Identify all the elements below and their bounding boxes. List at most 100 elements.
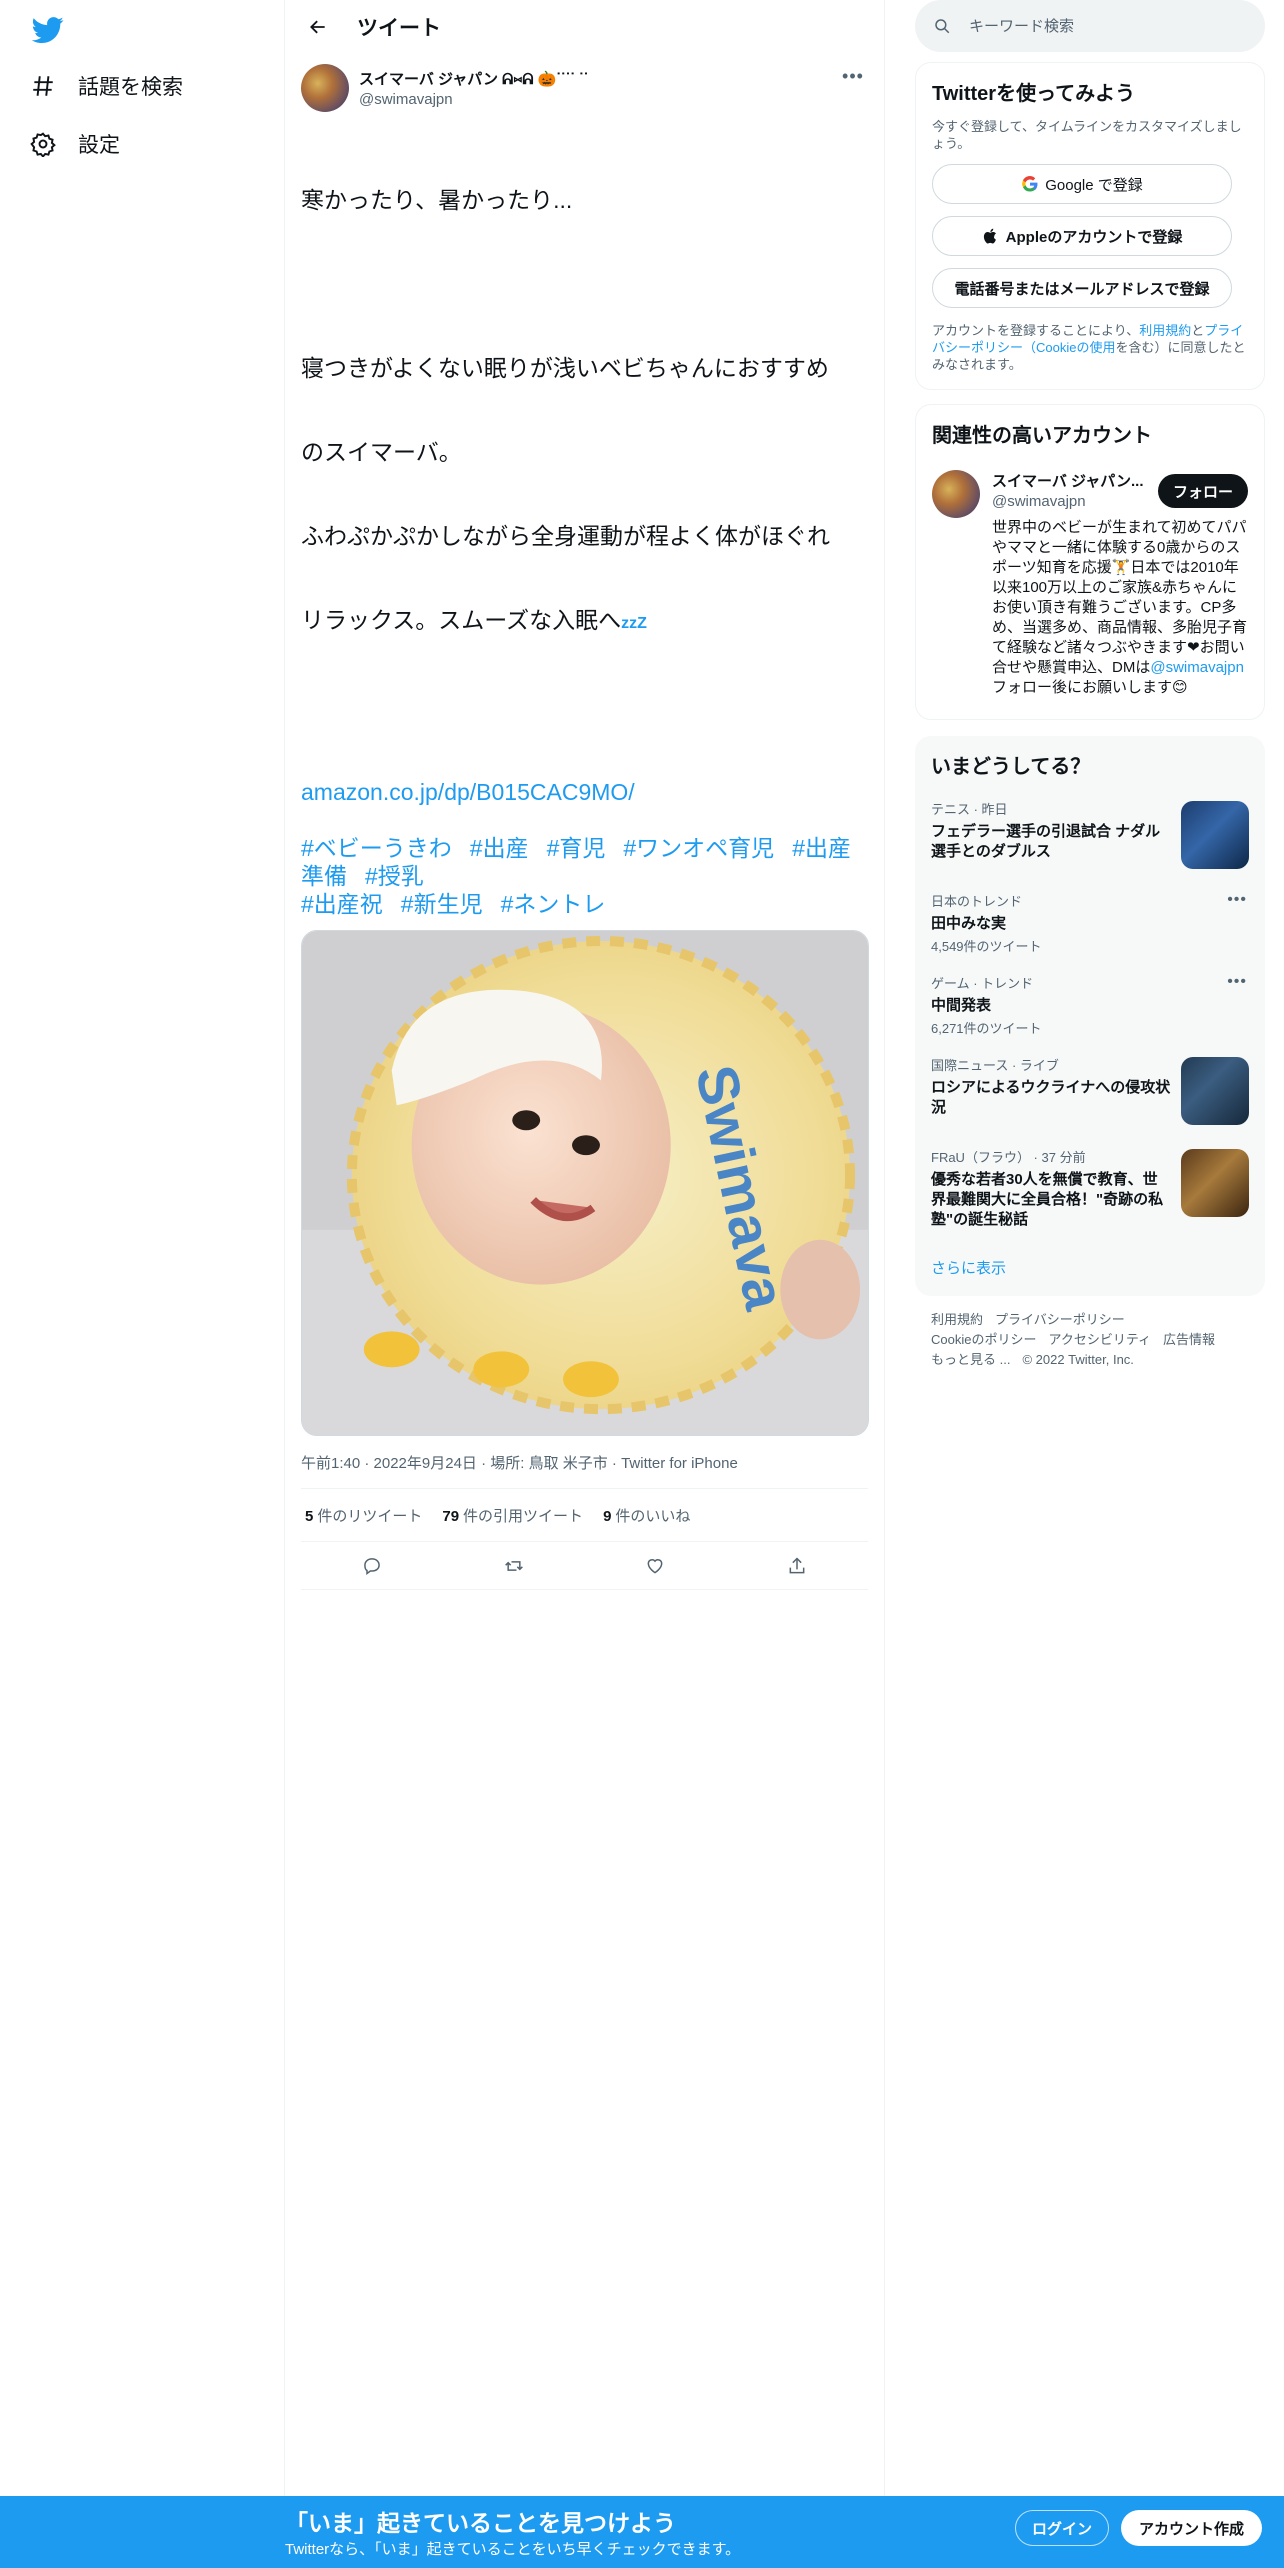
- bottom-signup-bar: 「いま」起きていることを見つけよう Twitterなら、「いま」起きていることを…: [0, 2496, 1284, 2568]
- hashtag-link[interactable]: #ネントレ: [501, 891, 606, 917]
- trend-item[interactable]: 日本のトレンド 田中みな実 4,549件のツイート •••: [915, 879, 1265, 961]
- page-header: ツイート: [285, 0, 884, 54]
- hashtag-link[interactable]: #育児: [547, 835, 606, 861]
- nav-explore[interactable]: 話題を検索: [30, 64, 183, 108]
- footer-link[interactable]: プライバシーポリシー: [995, 1312, 1125, 1327]
- tweet-timestamp: 午前1:40 · 2022年9月24日 · 場所: 鳥取 米子市 · Twitt…: [301, 1455, 738, 1472]
- retweet-icon: [504, 1560, 523, 1571]
- google-signup-button[interactable]: Google で登録: [932, 164, 1232, 204]
- footer-link[interactable]: アクセシビリティ: [1048, 1332, 1151, 1347]
- hashtag-link[interactable]: #新生児: [401, 891, 483, 917]
- like-button[interactable]: [638, 1549, 672, 1583]
- nav-explore-label: 話題を検索: [78, 76, 183, 99]
- footer-link[interactable]: Cookieのポリシー: [931, 1332, 1036, 1347]
- share-icon: [789, 1556, 805, 1573]
- footer-link[interactable]: もっと見る ...: [931, 1352, 1010, 1367]
- heart-icon: [647, 1558, 663, 1574]
- apple-signup-button[interactable]: Appleのアカウントで登録: [932, 216, 1232, 256]
- search-input[interactable]: [969, 17, 1229, 35]
- quotes-stat[interactable]: 79 件の引用ツイート: [442, 1505, 583, 1526]
- quotes-count: 79: [442, 1507, 460, 1525]
- more-options-icon[interactable]: •••: [1227, 891, 1247, 909]
- trend-item[interactable]: テニス · 昨日 フェデラー選手の引退試合 ナダル選手とのダブルス: [915, 787, 1265, 879]
- quotes-label: 件の引用ツイート: [463, 1507, 584, 1525]
- left-sidebar: 話題を検索 設定: [0, 0, 285, 2496]
- likes-count: 9: [603, 1507, 612, 1525]
- more-options-icon[interactable]: •••: [840, 66, 866, 86]
- trend-title: 中間発表: [931, 997, 992, 1014]
- bio-text: 世界中のベビーが生まれて初めてパパやママと一緒に体験する0歳からのスポーツ知育を…: [992, 519, 1248, 676]
- bottom-bar-subtitle: Twitterなら、「いま」起きていることをいち早くチェックできます。: [285, 2541, 741, 2558]
- signup-title: Twitterを使ってみよう: [932, 83, 1136, 105]
- retweets-label: 件のリツイート: [317, 1507, 423, 1525]
- zzz-emoji: zzZ: [621, 615, 647, 632]
- reply-button[interactable]: [355, 1549, 389, 1583]
- footer-link[interactable]: 広告情報: [1163, 1332, 1215, 1347]
- nav-settings-label: 設定: [78, 134, 120, 157]
- trend-thumbnail: [1181, 1057, 1249, 1125]
- trend-item[interactable]: FRaU（フラウ） · 37 分前 優秀な若者30人を無償で教育、世界最難関大に…: [915, 1135, 1265, 1243]
- twitter-bird-icon[interactable]: [31, 14, 64, 46]
- login-button[interactable]: ログイン: [1015, 2510, 1109, 2546]
- share-button[interactable]: [780, 1549, 814, 1583]
- hashtag-link[interactable]: #授乳: [365, 863, 424, 889]
- tweet-text: 寒かったり、暑かったり... 寝つきがよくない眠りが浅いベビちゃんにおすすめ の…: [301, 130, 871, 778]
- tweet-text-line: 寝つきがよくない眠りが浅いベビちゃんにおすすめ: [301, 355, 829, 381]
- trend-meta: ゲーム · トレンド: [931, 976, 1034, 991]
- hashtag-link[interactable]: #ベビーうきわ: [301, 835, 452, 861]
- tweet-text-line: のスイマーバ。: [301, 439, 462, 465]
- trend-meta: 日本のトレンド: [931, 894, 1023, 909]
- related-title: 関連性の高いアカウント: [932, 425, 1152, 447]
- terms-text: アカウントを登録することにより、: [932, 323, 1140, 338]
- likes-stat[interactable]: 9 件のいいね: [603, 1505, 690, 1526]
- hashtag-link[interactable]: #ワンオペ育児: [623, 835, 774, 861]
- trend-item[interactable]: ゲーム · トレンド 中間発表 6,271件のツイート •••: [915, 961, 1265, 1043]
- tweet-link[interactable]: amazon.co.jp/dp/B015CAC9MO/: [301, 778, 868, 806]
- related-account[interactable]: スイマーバ ジャパン... @swimavajpn 世界中のベビーが生まれて初め…: [932, 470, 1248, 698]
- hashtag-list: #ベビーうきわ #出産 #育児 #ワンオペ育児 #出産準備 #授乳 #出産祝 #新生児 #ネント…: [301, 834, 871, 918]
- back-button[interactable]: [301, 10, 335, 44]
- tweet-text-line: ふわぷかぷかしながら全身運動が程よく体がほぐれ: [301, 523, 830, 549]
- search-bar[interactable]: [915, 0, 1265, 52]
- more-options-icon[interactable]: •••: [1227, 973, 1247, 991]
- phone-email-signup-button[interactable]: 電話番号またはメールアドレスで登録: [932, 268, 1232, 308]
- signup-subtitle: 今すぐ登録して、タイムラインをカスタマイズしましょう。: [932, 119, 1242, 151]
- related-account-bio: 世界中のベビーが生まれて初めてパパやママと一緒に体験する0歳からのスポーツ知育を…: [992, 518, 1248, 698]
- avatar[interactable]: [932, 470, 980, 518]
- terms-link[interactable]: 利用規約: [1139, 323, 1191, 338]
- trends-panel: いまどうしてる？ テニス · 昨日 フェデラー選手の引退試合 ナダル選手とのダブ…: [915, 736, 1265, 1296]
- signup-terms: アカウントを登録することにより、利用規約とプライバシーポリシー（Cookieの使…: [932, 322, 1248, 373]
- trend-thumbnail: [1181, 801, 1249, 869]
- trends-title: いまどうしてる？: [931, 756, 1091, 778]
- retweets-stat[interactable]: 5 件のリツイート: [305, 1505, 422, 1526]
- footer-link[interactable]: 利用規約: [931, 1312, 983, 1327]
- hashtag-link[interactable]: #出産: [470, 835, 529, 861]
- author-name[interactable]: スイマーバ ジャパン ᕱ⑅ᕱ 🎃ᐝᐝᐝᐝ ᐝᐝ: [359, 68, 588, 89]
- follow-button[interactable]: フォロー: [1158, 474, 1248, 508]
- tweet-photo[interactable]: Swimava: [301, 930, 869, 1436]
- show-more-link[interactable]: さらに表示: [915, 1243, 1265, 1292]
- reply-icon: [364, 1557, 380, 1575]
- avatar[interactable]: [301, 64, 349, 112]
- author-handle[interactable]: @swimavajpn: [359, 91, 588, 108]
- tweet-author: スイマーバ ジャパン ᕱ⑅ᕱ 🎃ᐝᐝᐝᐝ ᐝᐝ @swimavajpn •••: [301, 64, 868, 124]
- hashtag-icon: [33, 76, 53, 96]
- trend-title: ロシアによるウクライナへの侵攻状況: [931, 1079, 1171, 1116]
- hashtag-link[interactable]: #出産祝: [301, 891, 383, 917]
- gear-icon: [30, 132, 56, 157]
- create-account-button[interactable]: アカウント作成: [1121, 2510, 1262, 2546]
- nav-settings[interactable]: 設定: [30, 122, 120, 166]
- tweet-stats: 5 件のリツイート 79 件の引用ツイート 9 件のいいね: [301, 1488, 868, 1542]
- tweet-actions: [301, 1542, 868, 1590]
- apple-signup-label: Appleのアカウントで登録: [1005, 228, 1183, 246]
- retweet-button[interactable]: [497, 1549, 531, 1583]
- related-accounts-panel: 関連性の高いアカウント スイマーバ ジャパン... @swimavajpn 世界…: [915, 404, 1265, 720]
- bottom-bar-title: 「いま」起きていることを見つけよう: [285, 2510, 676, 2536]
- tweet-text-line: リラックス。スムーズな入眠へ: [301, 607, 622, 633]
- google-icon: [1022, 176, 1038, 192]
- google-signup-label: Google で登録: [1045, 176, 1143, 194]
- trend-item[interactable]: 国際ニュース · ライブ ロシアによるウクライナへの侵攻状況: [915, 1043, 1265, 1135]
- trend-count: 4,549件のツイート: [931, 939, 1042, 954]
- bio-mention-link[interactable]: @swimavajpn: [1150, 659, 1244, 676]
- trend-title: 田中みな実: [931, 915, 1007, 932]
